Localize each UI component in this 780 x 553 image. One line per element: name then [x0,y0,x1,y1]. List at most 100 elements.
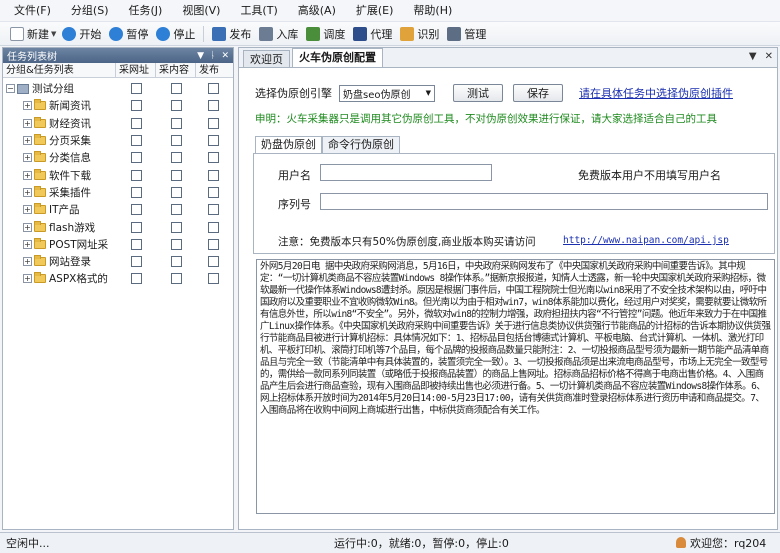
api-link[interactable]: http://www.naipan.com/api.jsp [563,235,729,246]
collect-content-checkbox[interactable] [170,169,182,181]
publish-checkbox[interactable] [207,100,219,112]
article-textarea[interactable]: 外网5月20日电 据中央政府采购网消息，5月16日，中央政府采购网发布了《中央国… [256,259,775,514]
publish-checkbox[interactable] [207,117,219,129]
expand-icon[interactable]: + [23,101,32,111]
publish-checkbox[interactable] [207,221,219,233]
collect-url-checkbox[interactable] [130,83,142,95]
collect-url-checkbox[interactable] [130,169,142,181]
col-publish[interactable]: 发布 [196,63,233,77]
recognize-button[interactable]: 识别 [396,23,443,45]
collect-content-checkbox[interactable] [170,221,182,233]
tab-list-icon[interactable]: ▼ [749,51,757,62]
subtab-commandline[interactable]: 命令行伪原创 [322,136,400,154]
save-button[interactable]: 保存 [513,84,563,102]
col-collect-url[interactable]: 采网址 [116,63,156,77]
close-tab-icon[interactable]: ✕ [765,51,773,62]
expand-icon[interactable]: + [23,118,32,128]
tab-pseudo-original-config[interactable]: 火车伪原创配置 [292,48,383,67]
expand-icon[interactable]: + [23,222,32,232]
publish-checkbox[interactable] [207,204,219,216]
publish-checkbox[interactable] [207,186,219,198]
stop-button[interactable]: 停止 [152,23,199,45]
new-button[interactable]: 新建 [6,23,53,45]
collect-url-checkbox[interactable] [130,204,142,216]
tree-task-row[interactable]: + flash游戏 [3,218,233,235]
collect-content-checkbox[interactable] [170,238,182,250]
menu-group[interactable]: 分组(S) [61,0,119,22]
tree-task-row[interactable]: + 采集插件 [3,184,233,201]
expand-icon[interactable]: + [23,170,32,180]
collect-content-checkbox[interactable] [170,83,182,95]
collect-content-checkbox[interactable] [170,100,182,112]
collect-content-checkbox[interactable] [170,117,182,129]
publish-checkbox[interactable] [207,238,219,250]
task-plugin-link[interactable]: 请在具体任务中选择伪原创插件 [579,85,733,101]
collect-url-checkbox[interactable] [130,256,142,268]
tree-task-row[interactable]: + POST网址采 [3,236,233,253]
expand-icon[interactable]: + [23,274,32,284]
manage-button[interactable]: 管理 [443,23,490,45]
menu-help[interactable]: 帮助(H) [403,0,462,22]
expand-icon[interactable]: + [23,205,32,215]
menu-advanced[interactable]: 高级(A) [288,0,346,22]
menu-tools[interactable]: 工具(T) [230,0,287,22]
collect-content-checkbox[interactable] [170,135,182,147]
expand-icon[interactable]: + [23,136,32,146]
collect-content-checkbox[interactable] [170,204,182,216]
dropdown-icon[interactable]: ▼ [197,51,204,61]
start-button[interactable]: 开始 [58,23,105,45]
collect-url-checkbox[interactable] [130,186,142,198]
username-input[interactable] [320,164,492,181]
publish-checkbox[interactable] [207,83,219,95]
collect-url-checkbox[interactable] [130,152,142,164]
collapse-icon[interactable]: − [6,84,15,94]
expand-icon[interactable]: + [23,257,32,267]
collect-content-checkbox[interactable] [170,152,182,164]
close-icon[interactable]: ✕ [221,51,229,61]
expand-icon[interactable]: + [23,187,32,197]
pin-icon[interactable]: ᚿ [210,51,215,61]
collect-url-checkbox[interactable] [130,100,142,112]
tree-root-row[interactable]: − 测试分组 [3,80,233,97]
tree-task-row[interactable]: + 分类信息 [3,149,233,166]
publish-checkbox[interactable] [207,169,219,181]
menu-task[interactable]: 任务(J) [119,0,173,22]
proxy-button[interactable]: 代理 [349,23,396,45]
col-task-list[interactable]: 分组&任务列表 [3,63,116,77]
publish-checkbox[interactable] [207,152,219,164]
expand-icon[interactable]: + [23,153,32,163]
tree-task-row[interactable]: + 分页采集 [3,132,233,149]
tree-task-row[interactable]: + 新闻资讯 [3,97,233,114]
collect-url-checkbox[interactable] [130,221,142,233]
collect-url-checkbox[interactable] [130,117,142,129]
engine-select[interactable]: 奶盘seo伪原创 ▼ [339,84,435,102]
test-button[interactable]: 测试 [453,84,503,102]
tree-task-row[interactable]: + 软件下载 [3,166,233,183]
publish-checkbox[interactable] [207,135,219,147]
expand-icon[interactable]: + [23,239,32,249]
subtab-naipan[interactable]: 奶盘伪原创 [255,136,322,154]
tree-task-row[interactable]: + IT产品 [3,201,233,218]
tree-task-row[interactable]: + ASPX格式的 [3,270,233,287]
pause-button[interactable]: 暂停 [105,23,152,45]
publish-checkbox[interactable] [207,273,219,285]
col-collect-content[interactable]: 采内容 [156,63,196,77]
publish-button[interactable]: 发布 [208,23,255,45]
import-button[interactable]: 入库 [255,23,302,45]
collect-content-checkbox[interactable] [170,273,182,285]
new-dropdown-icon[interactable]: ▼ [51,30,56,38]
collect-content-checkbox[interactable] [170,186,182,198]
menu-view[interactable]: 视图(V) [172,0,230,22]
menu-file[interactable]: 文件(F) [4,0,61,22]
collect-url-checkbox[interactable] [130,238,142,250]
schedule-button[interactable]: 调度 [302,23,349,45]
tab-welcome[interactable]: 欢迎页 [243,50,290,67]
tree-task-row[interactable]: + 财经资讯 [3,115,233,132]
publish-checkbox[interactable] [207,256,219,268]
tree-task-row[interactable]: + 网站登录 [3,253,233,270]
collect-content-checkbox[interactable] [170,256,182,268]
menu-extend[interactable]: 扩展(E) [346,0,404,22]
collect-url-checkbox[interactable] [130,135,142,147]
collect-url-checkbox[interactable] [130,273,142,285]
serial-input[interactable] [320,193,768,210]
